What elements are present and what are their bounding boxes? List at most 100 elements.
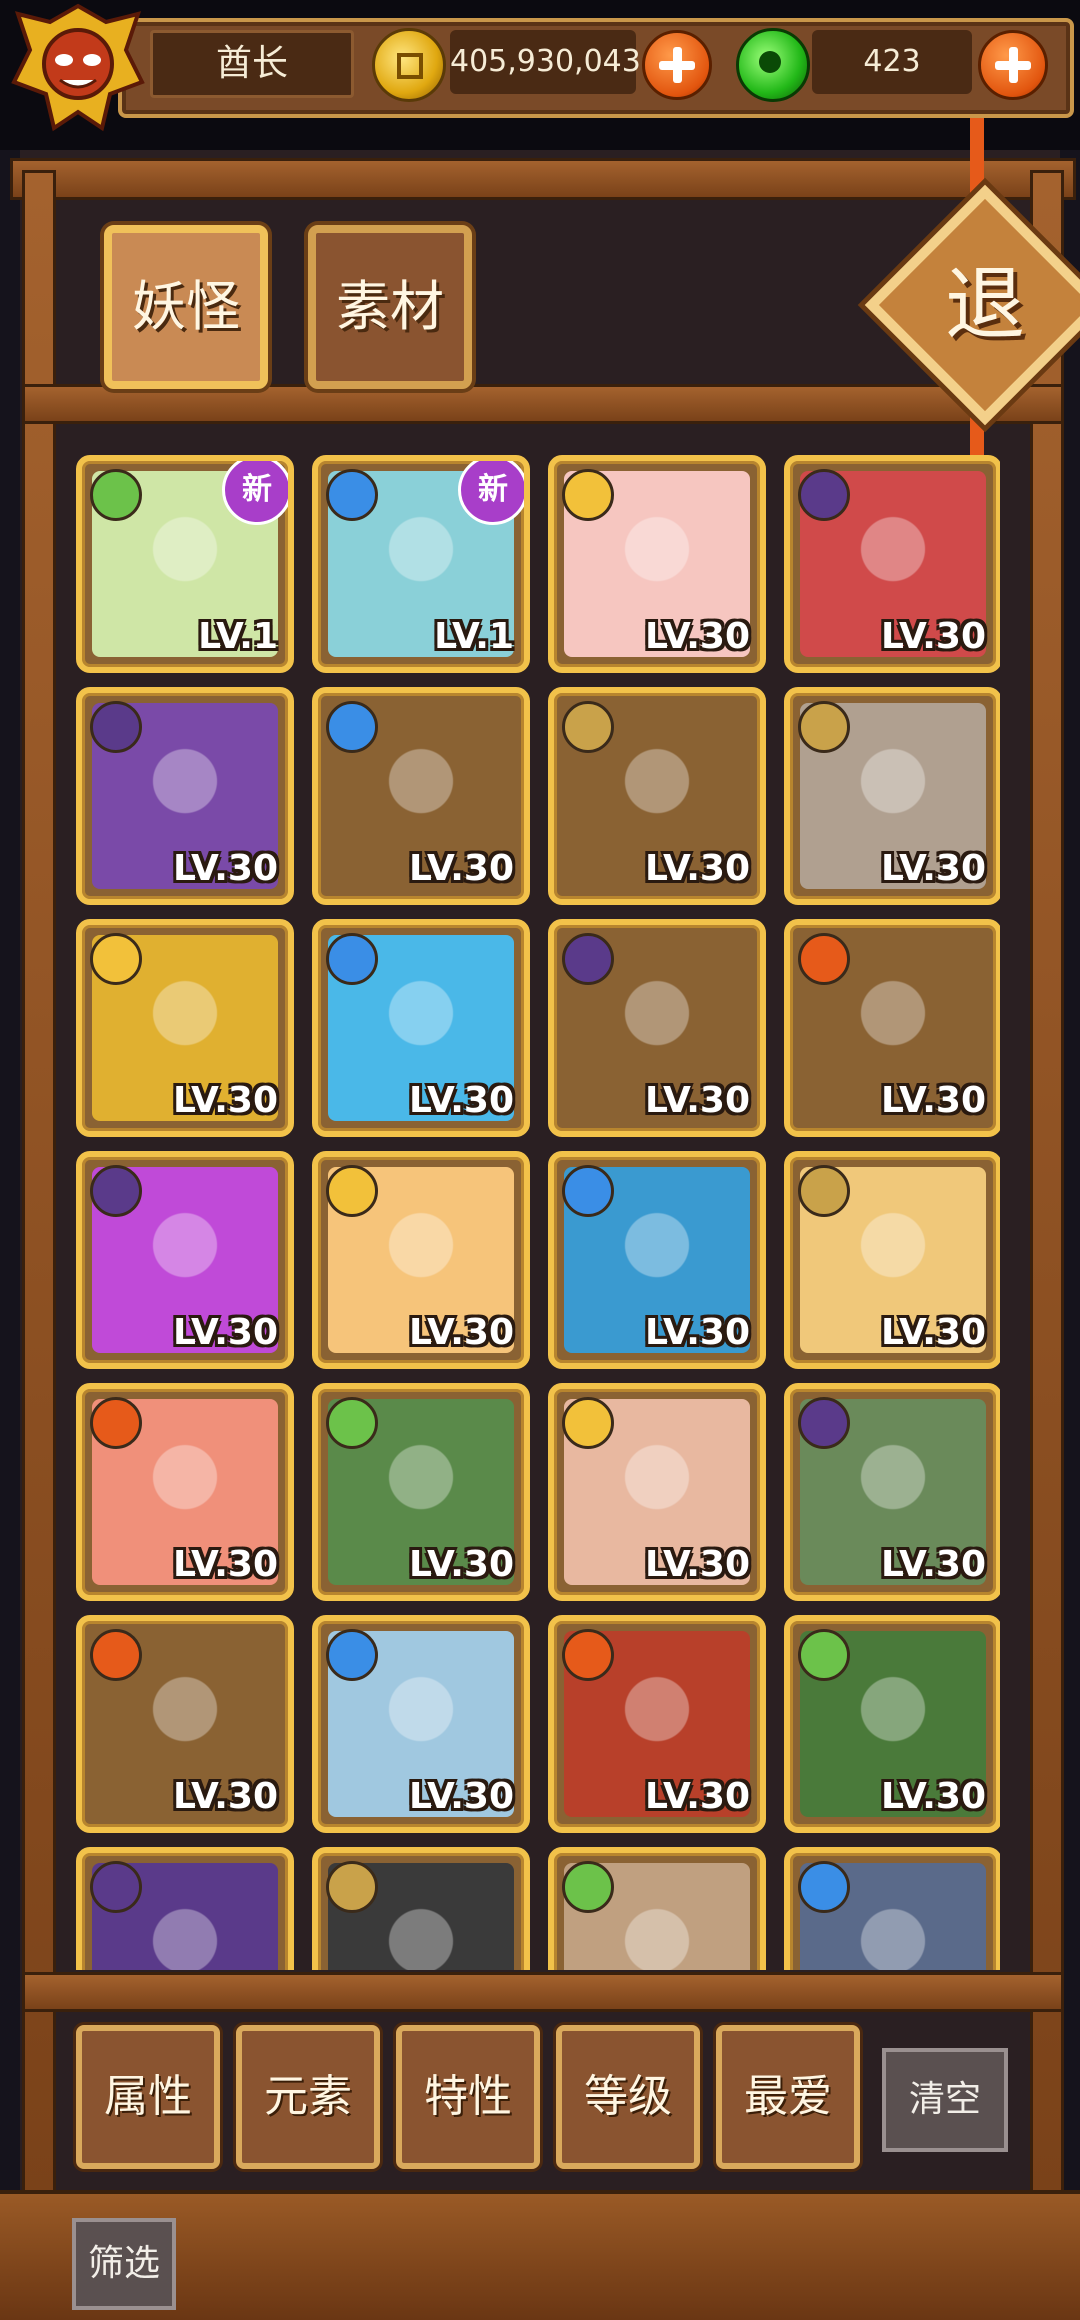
level-label: LV.30 [645, 848, 750, 889]
fire-element-icon [90, 1397, 142, 1449]
exit-label: 退 [945, 258, 1025, 351]
level-label: LV.30 [881, 848, 986, 889]
monster-card[interactable]: LV.30 [312, 1615, 530, 1833]
monster-card[interactable]: LV.30 [784, 1615, 1000, 1833]
shelf-beam [22, 384, 1064, 424]
monster-card[interactable]: LV.30 [76, 1615, 294, 1833]
level-label: LV.30 [881, 1080, 986, 1121]
light-element-icon [562, 1397, 614, 1449]
add-gold-button[interactable] [642, 30, 712, 100]
monster-card[interactable]: LV.30 [76, 1151, 294, 1369]
filter-favorite-button[interactable]: 最爱 [716, 2025, 860, 2169]
player-avatar[interactable] [10, 2, 146, 132]
monster-card[interactable]: LV.30 [548, 1151, 766, 1369]
monster-card[interactable]: LV.30 [548, 455, 766, 673]
new-badge: 新 [458, 461, 524, 525]
level-label: LV.30 [173, 848, 278, 889]
monster-card[interactable]: LV.30 [548, 1615, 766, 1833]
dark-element-icon [798, 469, 850, 521]
earth-element-icon [562, 701, 614, 753]
level-label: LV.30 [881, 1312, 986, 1353]
level-label: LV.30 [173, 1776, 278, 1817]
level-label: LV.30 [645, 1080, 750, 1121]
water-element-icon [798, 1861, 850, 1913]
add-gem-button[interactable] [978, 30, 1048, 100]
status-bar: 酋长 405,930,043 423 [0, 0, 1080, 150]
light-element-icon [90, 933, 142, 985]
level-label: LV.30 [409, 1544, 514, 1585]
monster-card[interactable]: LV.30 [548, 1383, 766, 1601]
earth-element-icon [798, 701, 850, 753]
monster-card[interactable] [76, 1847, 294, 1970]
water-element-icon [562, 1165, 614, 1217]
water-element-icon [326, 469, 378, 521]
filter-attribute-button[interactable]: 属性 [76, 2025, 220, 2169]
top-beam [10, 158, 1076, 200]
gem-amount: 423 [812, 30, 972, 94]
gold-coin-icon [372, 28, 446, 102]
level-label: LV.30 [409, 1776, 514, 1817]
dark-element-icon [90, 1165, 142, 1217]
monster-card[interactable]: LV.30 [312, 1383, 530, 1601]
new-badge: 新 [222, 461, 288, 525]
monster-card[interactable]: LV.30 [784, 1383, 1000, 1601]
monster-card[interactable]: LV.30 [76, 687, 294, 905]
monster-card[interactable] [548, 1847, 766, 1970]
level-label: LV.30 [881, 616, 986, 657]
level-label: LV.30 [881, 1776, 986, 1817]
water-element-icon [326, 701, 378, 753]
monster-card[interactable] [784, 1847, 1000, 1970]
fire-element-icon [798, 933, 850, 985]
tab-monsters[interactable]: 妖怪 [104, 225, 268, 389]
monster-card[interactable]: LV.30 [312, 919, 530, 1137]
monster-card[interactable] [312, 1847, 530, 1970]
filter-trait-button[interactable]: 特性 [396, 2025, 540, 2169]
grass-element-icon [798, 1629, 850, 1681]
water-element-icon [326, 933, 378, 985]
level-label: LV.30 [645, 1776, 750, 1817]
monster-card[interactable]: LV.30 [548, 687, 766, 905]
left-post [22, 170, 56, 2206]
tab-materials[interactable]: 素材 [308, 225, 472, 389]
grass-element-icon [326, 1397, 378, 1449]
level-label: LV.30 [409, 848, 514, 889]
green-gem-icon [736, 28, 810, 102]
monster-card[interactable]: 新 LV.1 [76, 455, 294, 673]
dark-element-icon [562, 933, 614, 985]
level-label: LV.30 [409, 1312, 514, 1353]
monster-card[interactable]: LV.30 [784, 455, 1000, 673]
level-label: LV.30 [173, 1080, 278, 1121]
monster-card[interactable]: LV.30 [312, 687, 530, 905]
earth-element-icon [798, 1165, 850, 1217]
level-label: LV.1 [198, 616, 278, 657]
earth-element-icon [326, 1861, 378, 1913]
filter-level-button[interactable]: 等级 [556, 2025, 700, 2169]
fire-element-icon [90, 1629, 142, 1681]
level-label: LV.30 [645, 1544, 750, 1585]
monster-card[interactable]: LV.30 [548, 919, 766, 1137]
level-label: LV.1 [434, 616, 514, 657]
level-label: LV.30 [881, 1544, 986, 1585]
dark-element-icon [798, 1397, 850, 1449]
grass-element-icon [90, 469, 142, 521]
screen-button[interactable]: 筛选 [72, 2218, 176, 2310]
dark-element-icon [90, 701, 142, 753]
light-element-icon [562, 469, 614, 521]
monster-card[interactable]: LV.30 [784, 1151, 1000, 1369]
lower-beam [22, 1972, 1064, 2012]
light-element-icon [326, 1165, 378, 1217]
fire-element-icon [562, 1629, 614, 1681]
level-label: LV.30 [645, 1312, 750, 1353]
monster-card[interactable]: LV.30 [312, 1151, 530, 1369]
level-label: LV.30 [409, 1080, 514, 1121]
monster-card[interactable]: LV.30 [76, 919, 294, 1137]
level-label: LV.30 [645, 616, 750, 657]
monster-card[interactable]: LV.30 [76, 1383, 294, 1601]
monster-card[interactable]: LV.30 [784, 919, 1000, 1137]
level-label: LV.30 [173, 1312, 278, 1353]
clear-filters-button[interactable]: 清空 [882, 2048, 1008, 2152]
right-post [1030, 170, 1064, 2206]
monster-card[interactable]: 新 LV.1 [312, 455, 530, 673]
monster-card[interactable]: LV.30 [784, 687, 1000, 905]
filter-element-button[interactable]: 元素 [236, 2025, 380, 2169]
